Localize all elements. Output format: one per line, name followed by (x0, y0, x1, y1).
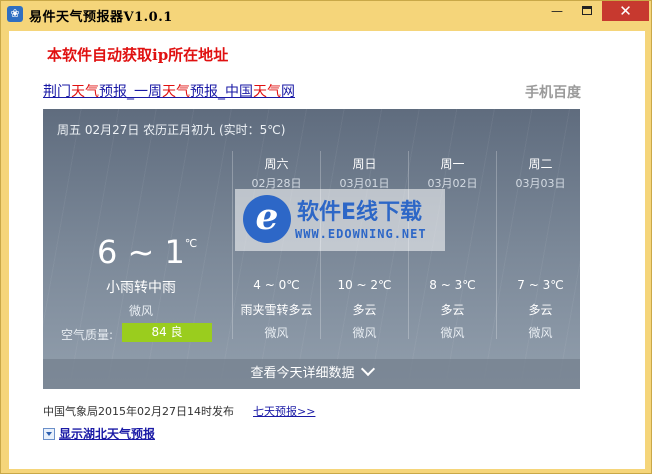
maximize-button[interactable] (573, 1, 601, 21)
close-button[interactable]: ✕ (602, 1, 649, 21)
today-temp-range: 6 ~ 1 (97, 233, 185, 271)
view-details-button[interactable]: 查看今天详细数据 (43, 359, 580, 389)
day-weather: 雨夹雪转多云 (240, 303, 313, 317)
title-part: 预报_中国 (190, 84, 253, 100)
day-name: 周一 (440, 157, 465, 171)
hubei-link-label: 显示湖北天气预报 (59, 427, 156, 441)
title-part: 天气 (253, 84, 281, 100)
minimize-button[interactable]: — (543, 1, 571, 21)
view-details-label: 查看今天详细数据 (250, 366, 355, 381)
day-date: 03月03日 (515, 177, 566, 190)
page-title-link[interactable]: 荆门天气预报_一周天气预报_中国天气网 (43, 81, 295, 101)
day-weather: 多云 (352, 303, 377, 317)
title-part: 天气 (71, 84, 99, 100)
auto-location-notice: 本软件自动获取ip所在地址 (47, 46, 229, 64)
day-wind: 微风 (264, 326, 289, 340)
show-hubei-forecast-link[interactable]: 显示湖北天气预报 (43, 425, 155, 442)
watermark: e 软件E线下载 WWW.EDOWNING.NET (235, 189, 445, 251)
app-icon: ❀ (7, 6, 23, 22)
title-part: 网 (281, 84, 295, 100)
issued-by-text: 中国气象局2015年02月27日14时发布 (43, 405, 234, 418)
app-window: ❀ 易件天气预报器V1.0.1 — ✕ 本软件自动获取ip所在地址 荆门天气预报… (0, 0, 652, 474)
chevron-down-icon (360, 361, 375, 377)
day-wind: 微风 (440, 326, 465, 340)
seven-day-forecast-link[interactable]: 七天预报>> (253, 403, 315, 419)
air-quality-label: 空气质量: (61, 328, 114, 342)
today-wind: 微风 (128, 304, 153, 318)
baidu-label[interactable]: 手机百度 (525, 82, 581, 102)
maximize-icon (582, 5, 592, 15)
title-part: 天气 (162, 84, 190, 100)
window-title: 易件天气预报器V1.0.1 (29, 10, 173, 25)
day-weather: 多云 (528, 303, 553, 317)
air-quality-badge: 84 良 (122, 323, 212, 342)
title-bar[interactable]: ❀ 易件天气预报器V1.0.1 — ✕ (1, 1, 651, 28)
title-part: 荆门 (43, 84, 71, 100)
day-name: 周二 (528, 157, 553, 171)
today-date-line: 周五 02月27日 农历正月初九 (实时：5℃) (57, 123, 286, 137)
day-temp: 10 ~ 2℃ (337, 278, 392, 292)
temp-unit: ℃ (184, 237, 198, 250)
day-weather: 多云 (440, 303, 465, 317)
day-wind: 微风 (352, 326, 377, 340)
day-name: 周六 (264, 157, 289, 171)
watermark-logo: e (243, 195, 291, 243)
watermark-url: WWW.EDOWNING.NET (295, 227, 427, 241)
day-wind: 微风 (528, 326, 553, 340)
forecast-day: 周二 03月03日 7 ~ 3℃ 多云 微风 (496, 151, 580, 340)
today-temperature: 6 ~ 1℃ (97, 233, 197, 271)
weather-panel: 周五 02月27日 农历正月初九 (实时：5℃) 6 ~ 1℃ 小雨转中雨 微风… (43, 109, 580, 389)
today-weather-desc: 小雨转中雨 (106, 280, 176, 296)
title-part: 预报_一周 (99, 84, 162, 100)
day-name: 周日 (352, 157, 377, 171)
client-area: 本软件自动获取ip所在地址 荆门天气预报_一周天气预报_中国天气网 手机百度 周… (9, 31, 645, 469)
web-content: 荆门天气预报_一周天气预报_中国天气网 手机百度 周五 02月27日 农历正月初… (35, 79, 595, 469)
dropdown-icon (43, 427, 55, 440)
watermark-name: 软件E线下载 (297, 200, 423, 225)
day-temp: 4 ~ 0℃ (253, 278, 300, 292)
day-temp: 8 ~ 3℃ (429, 278, 476, 292)
day-temp: 7 ~ 3℃ (517, 278, 564, 292)
